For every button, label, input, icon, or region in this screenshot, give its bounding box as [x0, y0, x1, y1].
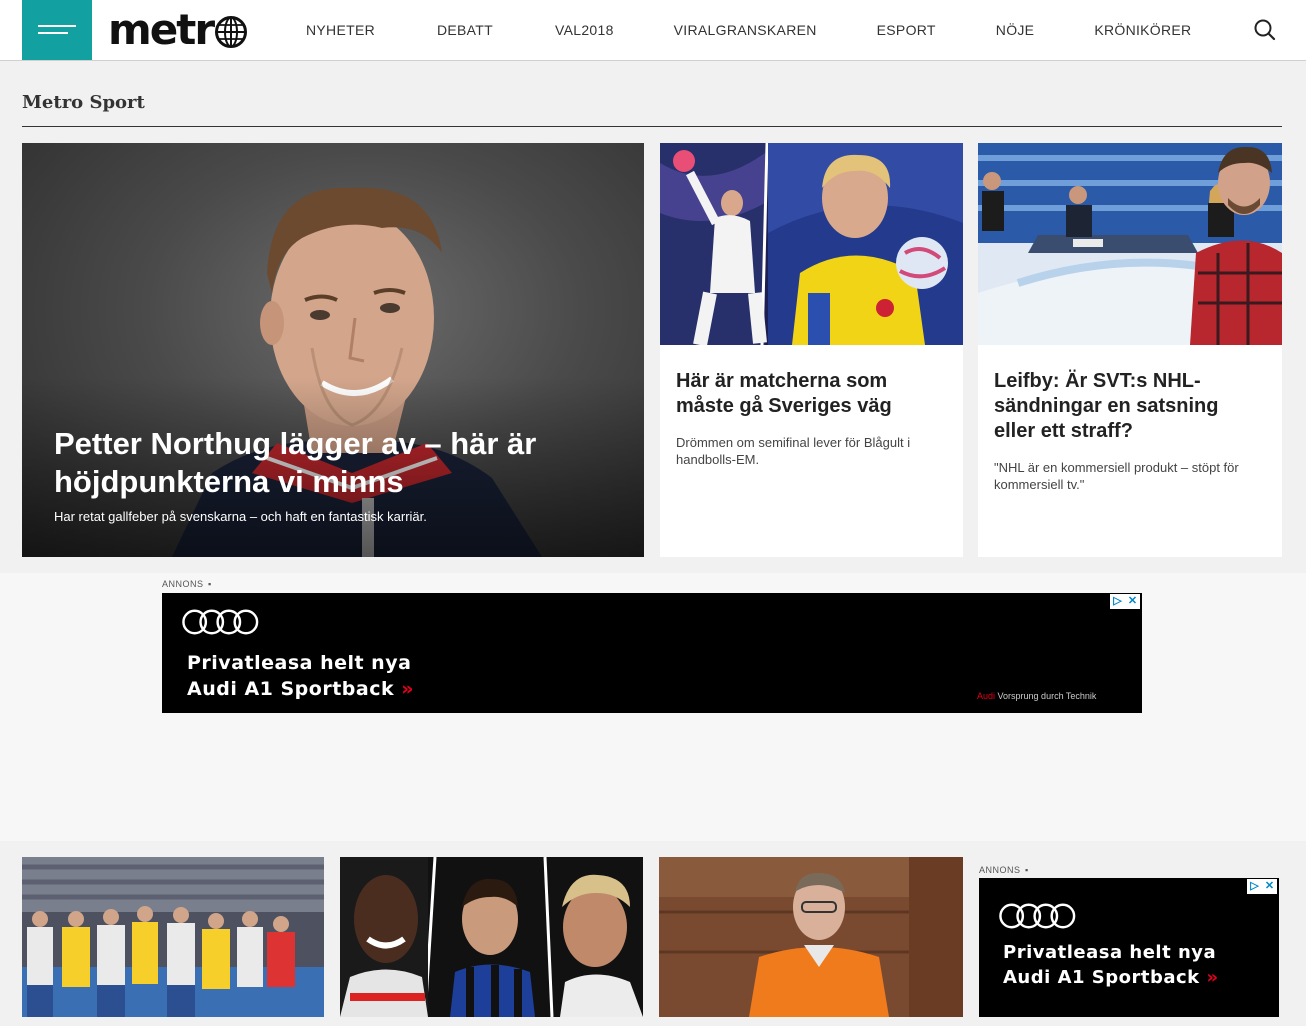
site-header: metr NYHETER DEBATT VAL2018 VIRALGRANSKA… — [0, 0, 1306, 61]
article-image — [22, 857, 324, 1017]
nav-item-nyheter[interactable]: NYHETER — [306, 22, 375, 38]
logo-text: metr — [108, 5, 215, 54]
search-icon[interactable] — [1252, 17, 1278, 43]
hero-article[interactable]: Petter Northug lägger av – här är höjdpu… — [22, 143, 644, 557]
main-nav: NYHETER DEBATT VAL2018 VIRALGRANSKAREN E… — [306, 0, 1191, 60]
ad-claim: Audi Vorsprung durch Technik — [977, 691, 1097, 701]
ad-label: ANNONS — [979, 865, 1021, 875]
ad-section: ANNONS ▪ Privatleasa helt nya Audi A1 Sp… — [0, 573, 1306, 841]
article-image — [978, 143, 1282, 345]
hero-title[interactable]: Petter Northug lägger av – här är höjdpu… — [54, 425, 614, 501]
article-card-floorball[interactable] — [22, 857, 324, 1017]
article-subtitle: "NHL är en kommersiell produkt – stöpt f… — [994, 460, 1239, 492]
site-logo[interactable]: metr — [108, 6, 248, 54]
nav-item-esport[interactable]: ESPORT — [877, 22, 936, 38]
nav-item-val2018[interactable]: VAL2018 — [555, 22, 614, 38]
hero-subtitle: Har retat gallfeber på svenskarna – och … — [54, 509, 427, 524]
hamburger-icon — [38, 25, 76, 27]
article-title[interactable]: Leifby: Är SVT:s NHL-sändningar en satsn… — [994, 369, 1264, 444]
article-image — [340, 857, 643, 1017]
article-image — [659, 857, 963, 1017]
section-title[interactable]: Metro Sport — [22, 92, 145, 113]
globe-icon — [215, 16, 248, 48]
chevron-icon: » — [1206, 967, 1219, 988]
article-subtitle: Drömmen om semifinal lever för Blågult i… — [676, 435, 911, 467]
nav-item-debatt[interactable]: DEBATT — [437, 22, 493, 38]
adchoices-icon[interactable]: ▷ ✕ — [1110, 594, 1140, 609]
article-card-leifby[interactable]: Leifby: Är SVT:s NHL-sändningar en satsn… — [978, 143, 1282, 557]
article-card-court[interactable] — [659, 857, 963, 1017]
audi-logo — [182, 609, 259, 635]
audi-logo — [999, 903, 1076, 929]
article-title[interactable]: Här är matcherna som måste gå Sveriges v… — [676, 369, 946, 419]
ad-label: ANNONS — [162, 579, 204, 589]
article-card-handball[interactable]: Här är matcherna som måste gå Sveriges v… — [660, 143, 963, 557]
menu-button[interactable] — [22, 0, 92, 60]
section-divider — [22, 126, 1282, 127]
adchoices-icon[interactable]: ▷ ✕ — [1247, 879, 1277, 894]
article-card-football[interactable] — [340, 857, 643, 1017]
ad-headline: Privatleasa helt nya Audi A1 Sportback » — [187, 652, 415, 700]
ad-banner-audi[interactable]: Privatleasa helt nya Audi A1 Sportback »… — [162, 593, 1142, 713]
ad-banner-audi-small[interactable]: Privatleasa helt nya Audi A1 Sportback »… — [979, 878, 1279, 1017]
ad-headline: Privatleasa helt nya Audi A1 Sportback » — [1003, 942, 1219, 988]
nav-item-viralgranskaren[interactable]: VIRALGRANSKAREN — [674, 22, 817, 38]
nav-item-kronikorer[interactable]: KRÖNIKÖRER — [1094, 22, 1191, 38]
nav-item-noje[interactable]: NÖJE — [996, 22, 1035, 38]
article-image — [660, 143, 963, 345]
chevron-icon: » — [401, 678, 415, 700]
